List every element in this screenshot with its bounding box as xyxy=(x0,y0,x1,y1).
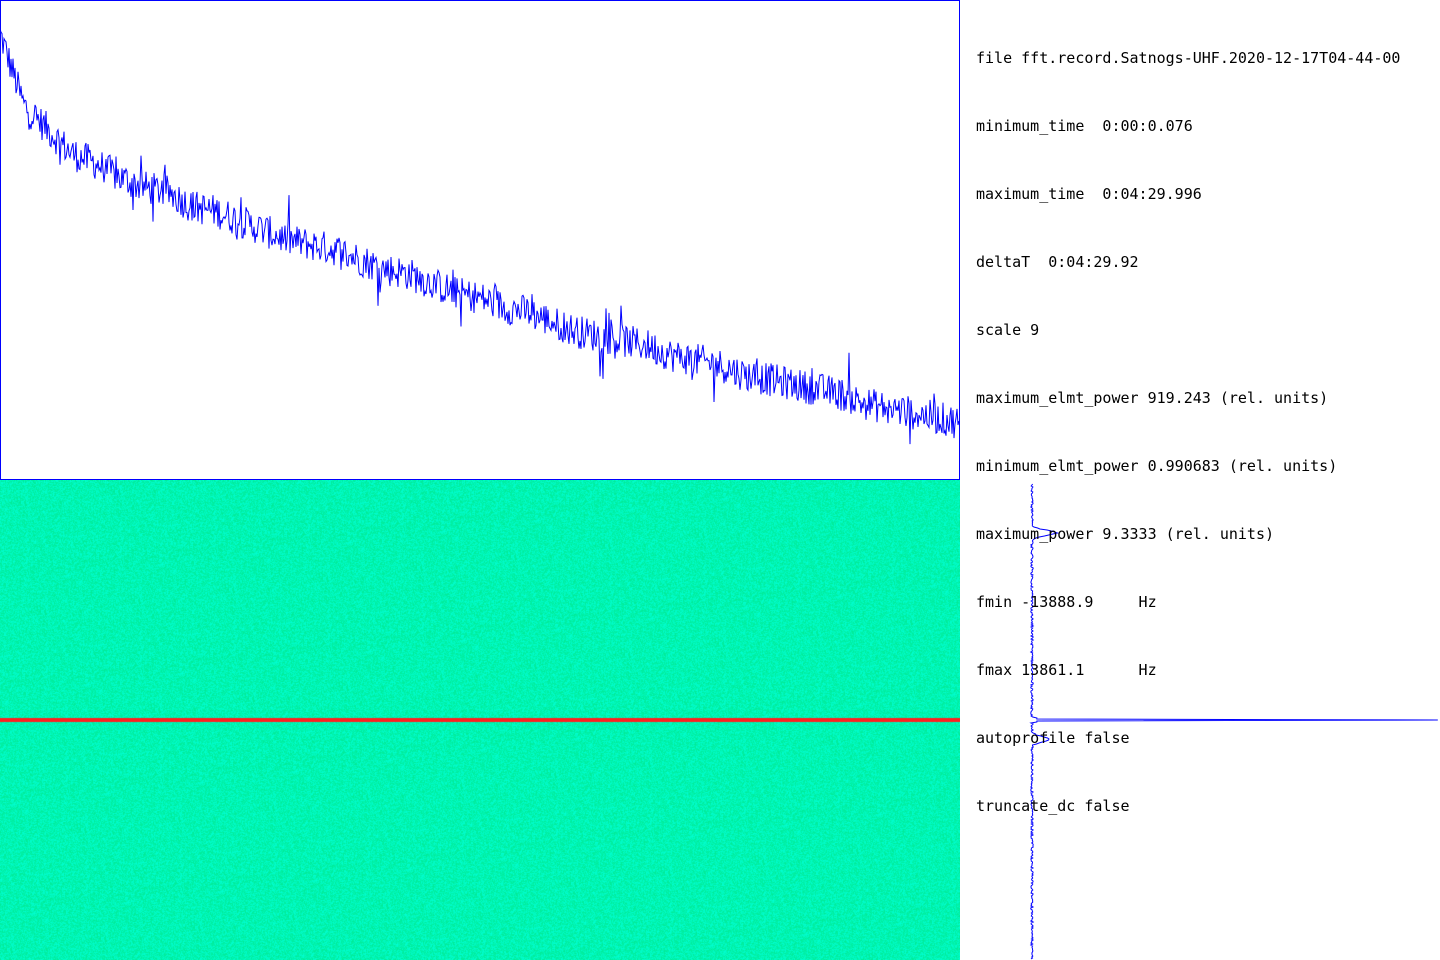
info-minimum-time: minimum_time 0:00:0.076 xyxy=(976,117,1193,135)
info-maximum-time: maximum_time 0:04:29.996 xyxy=(976,185,1202,203)
power-plot-frame xyxy=(0,0,960,480)
info-autoprofile: autoprofile false xyxy=(976,729,1130,747)
info-fmax: fmax 13861.1 Hz xyxy=(976,661,1157,679)
info-fmin: fmin -13888.9 Hz xyxy=(976,593,1157,611)
info-scale: scale 9 xyxy=(976,321,1040,339)
info-maximum-power: maximum_power 9.3333 (rel. units) xyxy=(976,525,1275,543)
info-file: file fft.record.Satnogs-UHF.2020-12-17T0… xyxy=(976,49,1401,67)
waterfall-canvas xyxy=(0,480,960,960)
waterfall-spectrogram xyxy=(0,480,960,960)
info-maximum-elmt-power: maximum_elmt_power 919.243 (rel. units) xyxy=(976,389,1329,407)
info-panel: file fft.record.Satnogs-UHF.2020-12-17T0… xyxy=(976,8,1440,842)
info-minimum-elmt-power: minimum_elmt_power 0.990683 (rel. units) xyxy=(976,457,1338,475)
power-spectrum-plot xyxy=(0,0,960,480)
info-delta-t: deltaT 0:04:29.92 xyxy=(976,253,1139,271)
info-truncate-dc: truncate_dc false xyxy=(976,797,1130,815)
